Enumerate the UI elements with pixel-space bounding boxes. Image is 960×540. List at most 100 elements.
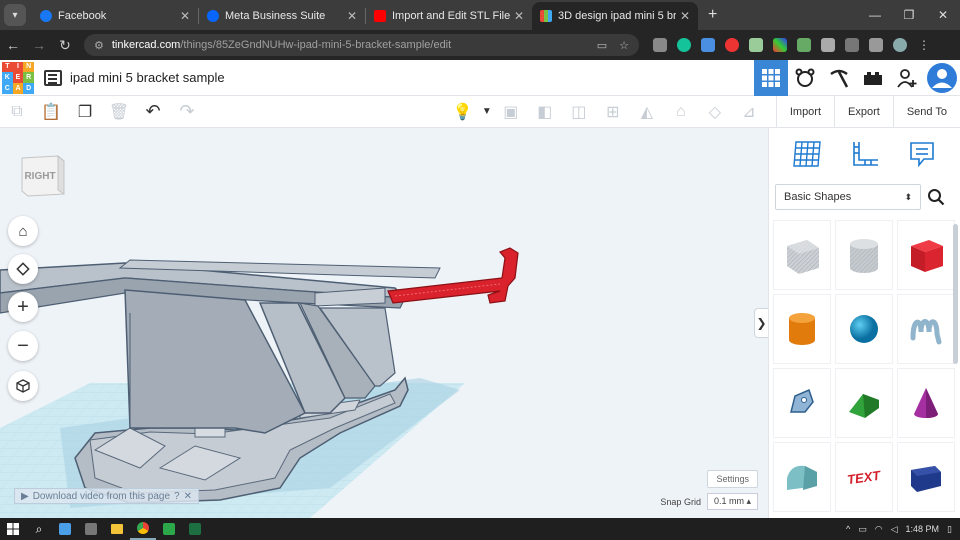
3d-view-button[interactable] (754, 60, 788, 96)
minecraft-button[interactable] (822, 60, 856, 96)
notifications-icon[interactable]: ▯ (947, 524, 952, 535)
browser-tab-meta[interactable]: Meta Business Suite ✕ (199, 2, 365, 30)
shape-round-roof[interactable] (773, 442, 831, 512)
design-title[interactable]: ipad mini 5 bracket sample (70, 70, 225, 85)
delete-icon[interactable]: 🗑 (102, 96, 136, 128)
profile-ext-icon[interactable] (869, 38, 883, 52)
avatar-icon[interactable] (893, 38, 907, 52)
close-tab-icon[interactable]: ✕ (514, 9, 524, 23)
maximize-icon[interactable]: ❐ (892, 8, 926, 22)
shape-scribble[interactable] (897, 294, 955, 364)
browser-tab-youtube[interactable]: Import and Edit STL Files in Fus ✕ (366, 2, 532, 30)
shape-cone[interactable] (897, 368, 955, 438)
shape-text-pen[interactable] (773, 368, 831, 438)
group-icon[interactable]: ◧ (528, 96, 562, 128)
shape-polygon[interactable] (897, 442, 955, 512)
shape-roof[interactable] (835, 368, 893, 438)
cast-icon[interactable]: ▭ (597, 39, 607, 52)
site-info-icon[interactable]: ⚙ (94, 39, 104, 52)
browser-tab-facebook[interactable]: Facebook ✕ (32, 2, 198, 30)
color-ext-icon[interactable] (773, 38, 787, 52)
downloads-icon[interactable] (845, 38, 859, 52)
ruler-icon[interactable] (850, 139, 880, 169)
cruise-icon[interactable]: ⌂ (664, 96, 698, 128)
notes-icon[interactable] (907, 139, 937, 169)
redo-icon[interactable]: ↷ (170, 96, 204, 128)
reload-icon[interactable]: ↻ (52, 37, 78, 54)
calculator-icon[interactable] (78, 518, 104, 540)
windows-start-icon[interactable] (0, 518, 26, 540)
tab-search-button[interactable]: ▾ (4, 4, 26, 26)
app-green-icon[interactable] (156, 518, 182, 540)
shape-cylinder-hole[interactable] (835, 220, 893, 290)
zoom-in-button[interactable]: + (8, 292, 38, 322)
network-icon[interactable]: ▭ (858, 524, 867, 535)
forward-icon[interactable]: → (26, 37, 52, 53)
shape-box[interactable] (897, 220, 955, 290)
ungroup-icon[interactable]: ◫ (562, 96, 596, 128)
excel-icon[interactable] (182, 518, 208, 540)
shape-library-select[interactable]: Basic Shapes ⬍ (775, 184, 921, 210)
settings-button[interactable]: Settings (707, 470, 758, 488)
view-cube[interactable]: RIGHT (18, 152, 66, 198)
close-tab-icon[interactable]: ✕ (347, 9, 357, 23)
help-icon[interactable]: ? (174, 491, 180, 502)
paste-icon[interactable]: 📋 (34, 96, 68, 128)
download-video-bar[interactable]: ▶ Download video from this page ? ✕ (14, 488, 199, 504)
ruler-icon[interactable]: ⊿ (732, 96, 766, 128)
close-window-icon[interactable]: ✕ (926, 8, 960, 22)
shape-text[interactable]: TEXT (835, 442, 893, 512)
new-tab-button[interactable]: + (698, 6, 727, 30)
export-button[interactable]: Export (834, 95, 893, 128)
duplicate-icon[interactable]: ❐ (68, 96, 102, 128)
chrome-icon[interactable] (130, 518, 156, 540)
close-tab-icon[interactable]: ✕ (180, 9, 190, 23)
3d-workplane[interactable]: RIGHT ⌂ + − ❯ ▶ Download video from this… (0, 128, 768, 518)
ortho-view-button[interactable] (8, 371, 38, 401)
user-avatar[interactable] (924, 60, 960, 96)
grid-ext-icon[interactable] (797, 38, 811, 52)
tray-chevron-icon[interactable]: ^ (846, 524, 850, 534)
menu-icon[interactable]: ⋮ (917, 38, 931, 52)
workplane-grid-icon[interactable] (792, 139, 823, 169)
grammarly-icon[interactable] (677, 38, 691, 52)
volume-icon[interactable]: ◁ (891, 524, 898, 535)
address-bar[interactable]: ⚙ tinkercad.com /things/85ZeGndNUHw-ipad… (84, 34, 639, 56)
back-icon[interactable]: ← (0, 37, 26, 53)
app-icon[interactable] (52, 518, 78, 540)
snap-grid-select[interactable]: 0.1 mm ▴ (706, 493, 758, 510)
align-icon[interactable]: ⊞ (596, 96, 630, 128)
puzzle-ext-icon[interactable] (749, 38, 763, 52)
mirror-icon[interactable]: ◭ (630, 96, 664, 128)
light-bulb-icon[interactable]: 💡 (446, 96, 480, 128)
invite-user-button[interactable] (890, 60, 924, 96)
collapse-panel-button[interactable]: ❯ (754, 308, 768, 338)
extensions-icon[interactable] (821, 38, 835, 52)
pokeball-ext-icon[interactable] (725, 38, 739, 52)
dropdown-arrow-icon[interactable]: ▼ (480, 96, 494, 128)
close-tab-icon[interactable]: ✕ (680, 9, 690, 23)
shape-sphere[interactable] (835, 294, 893, 364)
sim-lab-button[interactable] (788, 60, 822, 96)
note-icon[interactable]: ▣ (494, 96, 528, 128)
close-icon[interactable]: ✕ (184, 491, 192, 502)
taskbar-search-icon[interactable]: ⌕ (26, 518, 52, 540)
import-button[interactable]: Import (775, 95, 834, 128)
screen-ext-icon[interactable] (701, 38, 715, 52)
workplane-icon[interactable]: ◇ (698, 96, 732, 128)
tinkercad-logo[interactable]: TINKERCAD (2, 61, 34, 94)
wifi-icon[interactable]: ◠ (875, 524, 883, 535)
panel-scrollbar[interactable] (953, 224, 958, 364)
minimize-icon[interactable]: — (858, 8, 892, 22)
shape-cylinder[interactable] (773, 294, 831, 364)
file-explorer-icon[interactable] (104, 518, 130, 540)
bricks-button[interactable] (856, 60, 890, 96)
fit-view-button[interactable] (8, 254, 38, 284)
send-to-button[interactable]: Send To (892, 95, 960, 128)
zoom-out-button[interactable]: − (8, 331, 38, 361)
download-ext-icon[interactable] (653, 38, 667, 52)
copy-icon[interactable]: ⧉ (0, 96, 34, 128)
browser-tab-tinkercad[interactable]: 3D design ipad mini 5 bracket s ✕ (532, 2, 698, 30)
home-view-button[interactable]: ⌂ (8, 216, 38, 246)
bookmark-star-icon[interactable]: ☆ (619, 39, 629, 52)
